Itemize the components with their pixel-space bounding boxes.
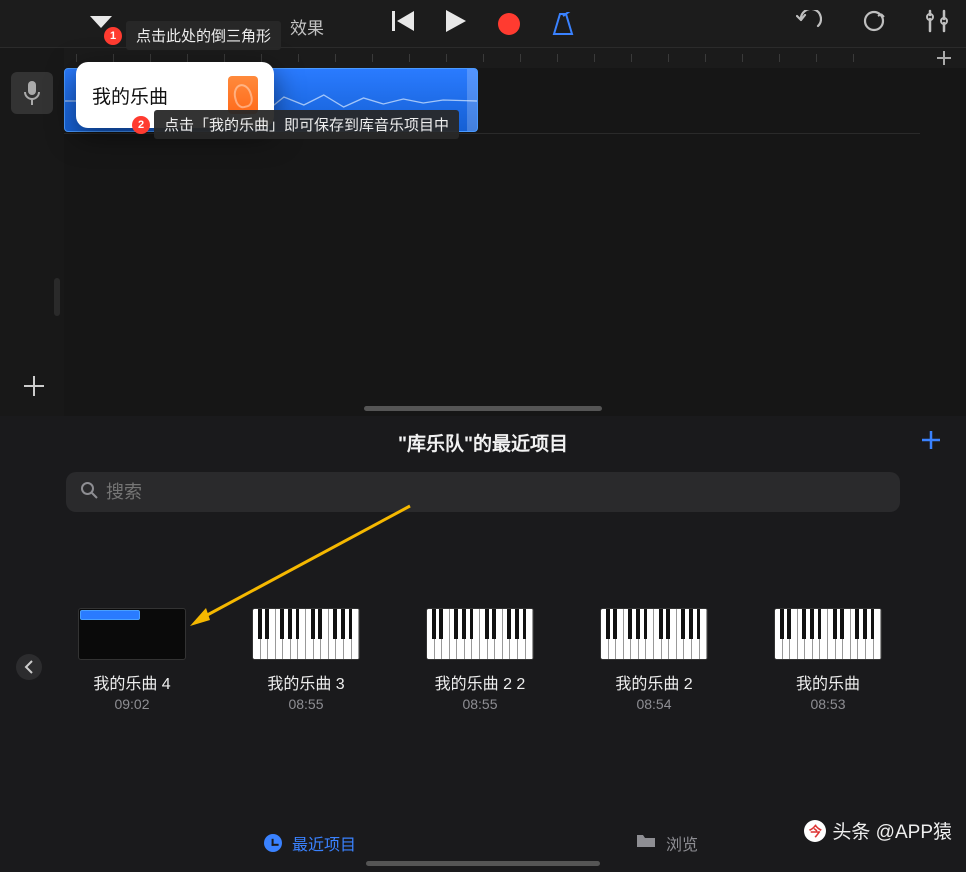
project-time: 08:55 bbox=[252, 696, 360, 712]
transport-controls bbox=[392, 10, 574, 37]
settings-button[interactable] bbox=[926, 9, 948, 38]
new-project-button[interactable] bbox=[920, 429, 942, 456]
annotation-1: 1 点击此处的倒三角形 bbox=[104, 21, 281, 50]
search-input[interactable] bbox=[106, 482, 886, 503]
project-time: 08:54 bbox=[600, 696, 708, 712]
track-sidebar bbox=[0, 48, 64, 416]
effects-button[interactable]: 效果 bbox=[290, 14, 324, 39]
project-thumb bbox=[426, 608, 534, 660]
project-item[interactable]: 我的乐曲 2 2 08:55 bbox=[426, 608, 534, 712]
home-indicator bbox=[364, 406, 602, 411]
project-time: 09:02 bbox=[78, 696, 186, 712]
project-name: 我的乐曲 3 bbox=[252, 670, 360, 694]
my-songs-label: 我的乐曲 bbox=[92, 82, 168, 109]
undo-button[interactable] bbox=[796, 10, 822, 37]
recent-projects-pane: "库乐队"的最近项目 我的乐曲 4 09:02 我的乐曲 3 bbox=[0, 416, 966, 872]
tab-browse[interactable]: 浏览 bbox=[636, 831, 698, 855]
clock-icon bbox=[264, 834, 282, 852]
watermark: 今 头条 @APP猿 bbox=[804, 817, 952, 844]
project-item[interactable]: 我的乐曲 08:53 bbox=[774, 608, 882, 712]
folder-icon bbox=[636, 833, 656, 854]
region-end-handle[interactable] bbox=[467, 69, 477, 131]
loop-button[interactable] bbox=[862, 9, 886, 38]
rewind-button[interactable] bbox=[392, 11, 414, 36]
project-thumb bbox=[774, 608, 882, 660]
project-name: 我的乐曲 2 2 bbox=[426, 670, 534, 694]
home-indicator bbox=[366, 861, 600, 866]
annotation-arrow bbox=[186, 504, 416, 635]
project-item[interactable]: 我的乐曲 2 08:54 bbox=[600, 608, 708, 712]
editor-pane: 效果 bbox=[0, 0, 966, 416]
project-name: 我的乐曲 bbox=[774, 670, 882, 694]
search-icon bbox=[80, 481, 98, 504]
project-item[interactable]: 我的乐曲 4 09:02 bbox=[78, 608, 186, 712]
add-track-button[interactable] bbox=[22, 374, 46, 403]
back-button[interactable] bbox=[16, 654, 42, 680]
project-name: 我的乐曲 2 bbox=[600, 670, 708, 694]
toutiao-logo-icon: 今 bbox=[804, 820, 826, 842]
tab-recent[interactable]: 最近项目 bbox=[264, 831, 356, 855]
track-resize-handle[interactable] bbox=[54, 278, 60, 316]
mic-track-icon[interactable] bbox=[11, 72, 53, 114]
garageband-icon bbox=[228, 76, 258, 114]
page-title: "库乐队"的最近项目 bbox=[398, 429, 568, 456]
play-button[interactable] bbox=[446, 10, 466, 37]
project-name: 我的乐曲 4 bbox=[78, 670, 186, 694]
project-time: 08:55 bbox=[426, 696, 534, 712]
project-time: 08:53 bbox=[774, 696, 882, 712]
project-thumb bbox=[600, 608, 708, 660]
project-thumb bbox=[78, 608, 186, 660]
recent-header: "库乐队"的最近项目 bbox=[0, 416, 966, 468]
annotation-2: 2 点击「我的乐曲」即可保存到库音乐项目中 bbox=[132, 110, 459, 139]
metronome-icon[interactable] bbox=[552, 12, 574, 36]
record-button[interactable] bbox=[498, 13, 520, 35]
